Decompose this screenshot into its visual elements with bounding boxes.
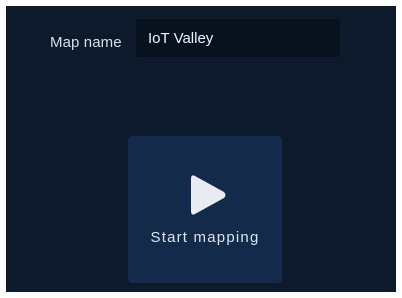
map-name-label: Map name bbox=[50, 34, 122, 51]
play-icon bbox=[191, 175, 226, 215]
map-setup-panel: Map name Start mapping bbox=[6, 6, 396, 292]
start-mapping-button[interactable]: Start mapping bbox=[128, 136, 282, 283]
start-mapping-label: Start mapping bbox=[150, 229, 260, 246]
map-name-input[interactable] bbox=[135, 18, 341, 58]
